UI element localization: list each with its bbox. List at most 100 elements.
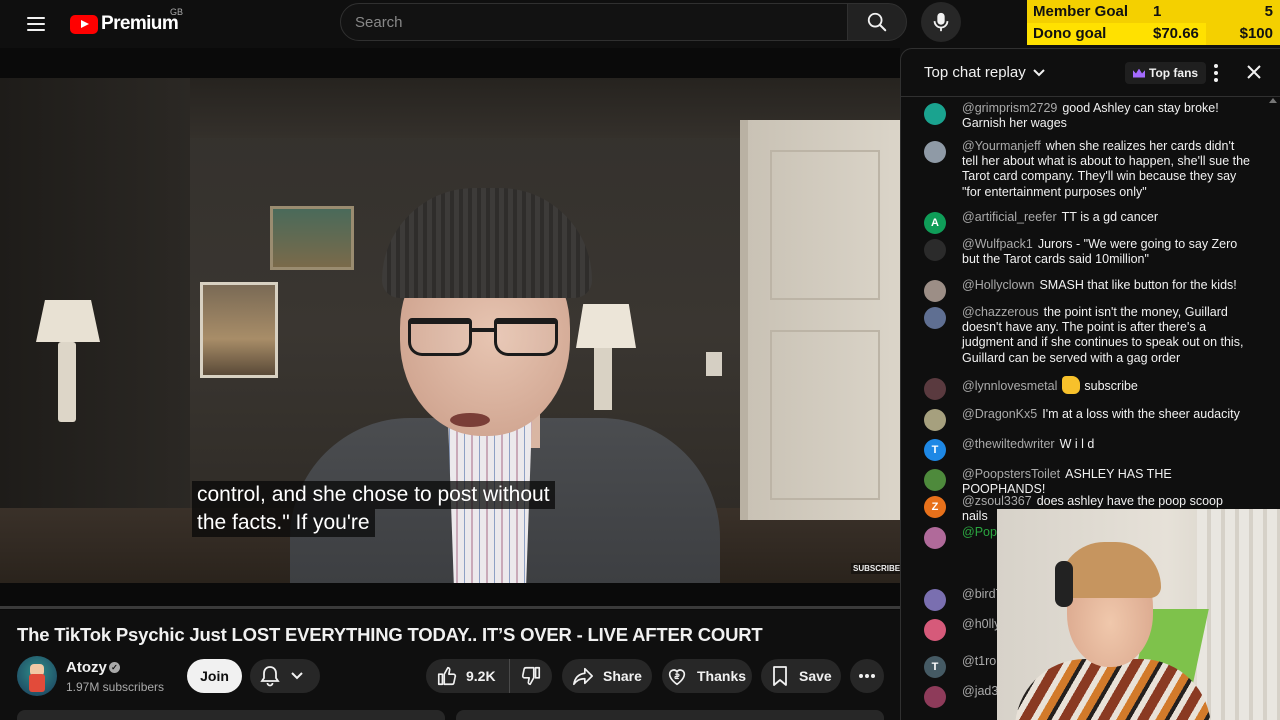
member-goal-current: 1 (1153, 3, 1162, 20)
dono-goal-row: Dono goal $70.66 $100 (1027, 23, 1280, 45)
channel-avatar[interactable] (17, 656, 57, 696)
chat-message-text: subscribe (1084, 379, 1138, 393)
chat-author-avatar[interactable]: T (924, 656, 946, 678)
host-mouth (450, 413, 490, 427)
subscribe-watermark[interactable]: SUBSCRIBE (851, 563, 900, 574)
door-panel-bottom (770, 330, 880, 500)
logo-text: Premium (101, 13, 179, 34)
chat-author-avatar[interactable] (924, 280, 946, 302)
chevron-down-icon (1033, 68, 1045, 76)
join-button[interactable]: Join (187, 659, 242, 693)
chevron-down-icon (291, 672, 303, 680)
dono-goal-label: Dono goal (1033, 25, 1107, 42)
share-button[interactable]: Share (562, 659, 652, 693)
streamer-webcam (997, 509, 1280, 720)
save-label: Save (799, 668, 832, 684)
more-actions-button[interactable] (850, 659, 884, 693)
save-button[interactable]: Save (761, 659, 841, 693)
thanks-button[interactable]: Thanks (662, 659, 752, 693)
chat-author-name[interactable]: @Hollyclown (962, 278, 1034, 292)
door-panel-top (770, 150, 880, 300)
chat-message-body: @Yourmanjeff when she realizes her cards … (962, 139, 1252, 200)
related-item-top[interactable] (456, 710, 884, 720)
chat-author-name[interactable]: @Yourmanjeff (962, 139, 1041, 153)
verified-badge-icon: ✓ (109, 662, 120, 673)
menu-icon[interactable] (20, 8, 52, 40)
search-button[interactable] (847, 3, 907, 41)
close-icon[interactable] (1244, 62, 1264, 82)
youtube-play-icon (70, 14, 98, 34)
member-goal-label: Member Goal (1033, 3, 1129, 20)
crown-icon (1133, 68, 1145, 78)
glasses-bridge (472, 328, 494, 332)
scene-lamp-left (36, 300, 100, 342)
chat-mode-dropdown[interactable]: Top chat replay (924, 64, 1046, 81)
chat-author-name[interactable]: @PoopstersToilet (962, 467, 1060, 481)
chat-author-avatar[interactable]: Z (924, 496, 946, 518)
youtube-premium-logo[interactable]: Premium (70, 12, 179, 36)
description-box-top[interactable] (17, 710, 445, 720)
like-button[interactable]: 9.2K (426, 659, 510, 693)
chat-author-name[interactable]: @h0lly (962, 617, 1000, 631)
bell-icon (260, 666, 280, 687)
top-fans-button[interactable]: Top fans (1125, 62, 1207, 84)
glasses-lens-left (408, 318, 472, 356)
chat-author-avatar[interactable] (924, 589, 946, 611)
search-box (340, 3, 848, 41)
chat-author-avatar[interactable] (924, 469, 946, 491)
chat-author-avatar[interactable] (924, 378, 946, 400)
chat-author-avatar[interactable]: A (924, 212, 946, 234)
channel-name[interactable]: Atozy (66, 659, 107, 676)
top-fans-label: Top fans (1149, 66, 1199, 80)
scroll-up-arrow-icon[interactable] (1269, 98, 1277, 103)
voice-search-button[interactable] (921, 2, 961, 42)
host-beanie (382, 188, 592, 298)
search-input[interactable] (355, 4, 835, 40)
chat-author-name[interactable]: @artificial_reefer (962, 210, 1057, 224)
thumbs-down-icon (521, 666, 541, 686)
chat-message-text: SMASH that like button for the kids! (1039, 278, 1237, 292)
chat-message-body: @Hollyclown SMASH that like button for th… (962, 278, 1252, 293)
dono-goal-current: $70.66 (1153, 25, 1199, 42)
member-goal-row: Member Goal 1 5 (1027, 1, 1280, 23)
chat-author-avatar[interactable] (924, 409, 946, 431)
webcam-hair (1059, 542, 1161, 598)
stream-goals-overlay: Member Goal 1 5 Dono goal $70.66 $100 (1027, 0, 1280, 45)
chat-author-avatar[interactable] (924, 527, 946, 549)
thanks-label: Thanks (697, 668, 747, 684)
chat-message-body: @grimprism2729 good Ashley can stay broke… (962, 101, 1252, 131)
chat-author-avatar[interactable] (924, 103, 946, 125)
chat-message-body: @Wulfpack1 Jurors - "We were going to say… (962, 237, 1252, 267)
chat-options-icon[interactable] (1213, 64, 1219, 82)
video-player[interactable]: control, and she chose to post without t… (0, 48, 900, 610)
caption-line-2: the facts." If you're (192, 509, 375, 537)
chat-author-avatar[interactable] (924, 239, 946, 261)
chat-mode-label: Top chat replay (924, 64, 1026, 81)
closed-captions: control, and she chose to post without t… (192, 481, 555, 537)
chat-author-avatar[interactable] (924, 619, 946, 641)
chat-author-avatar[interactable] (924, 141, 946, 163)
chat-author-avatar[interactable]: T (924, 439, 946, 461)
chat-author-avatar[interactable] (924, 686, 946, 708)
chat-author-name[interactable]: @zsoul3367 (962, 494, 1032, 508)
chat-author-name[interactable]: @lynnlovesmetal (962, 379, 1057, 393)
chat-author-name[interactable]: @thewiltedwriter (962, 437, 1055, 451)
chat-author-name[interactable]: @chazzerous (962, 305, 1039, 319)
bookmark-icon (773, 666, 787, 686)
video-title: The TikTok Psychic Just LOST EVERYTHING … (17, 624, 763, 645)
chat-author-name[interactable]: @jad3l (962, 684, 1001, 698)
chat-author-name[interactable]: @Wulfpack1 (962, 237, 1033, 251)
super-thanks-icon (668, 669, 686, 686)
subscriber-count: 1.97M subscribers (66, 680, 165, 694)
chat-author-name[interactable]: @grimprism2729 (962, 101, 1057, 115)
chat-author-name[interactable]: @DragonKx5 (962, 407, 1037, 421)
dislike-button[interactable] (510, 659, 552, 693)
more-horizontal-icon (859, 674, 875, 678)
chat-author-avatar[interactable] (924, 307, 946, 329)
thumbs-up-icon (437, 666, 457, 686)
chat-message-body: @PoopstersToilet ASHLEY HAS THE POOPHANDS… (962, 467, 1252, 497)
microphone-icon (933, 12, 949, 32)
notification-bell-button[interactable] (250, 659, 320, 693)
chat-message-text: TT is a gd cancer (1061, 210, 1159, 224)
video-progress-bar[interactable] (0, 606, 900, 609)
